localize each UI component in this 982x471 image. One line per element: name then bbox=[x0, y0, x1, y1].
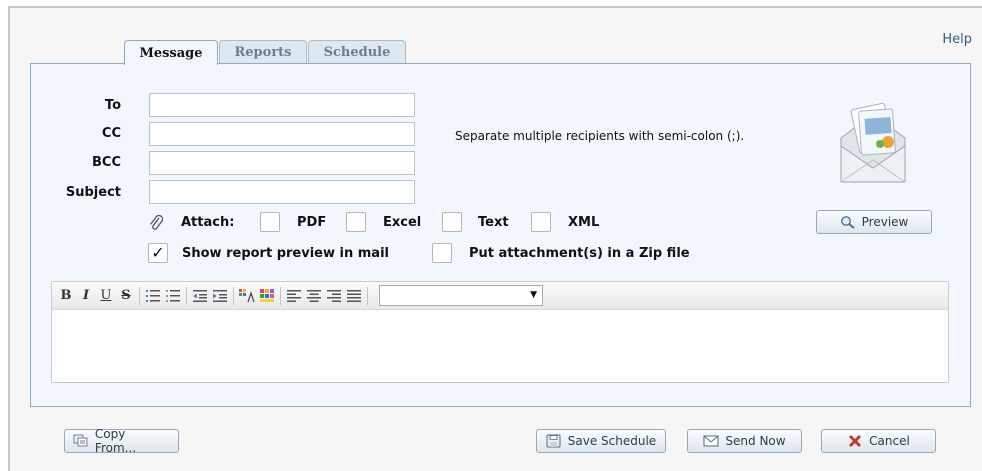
checkmark-icon: ✓ bbox=[151, 243, 165, 262]
ordered-list-button[interactable] bbox=[143, 286, 163, 306]
toolbar-divider bbox=[139, 286, 140, 305]
justify-icon bbox=[347, 289, 361, 302]
zip-checkbox[interactable] bbox=[432, 243, 452, 263]
paperclip-icon bbox=[150, 214, 164, 230]
text-color-icon bbox=[239, 288, 255, 302]
background-color-icon bbox=[260, 288, 274, 302]
cancel-label: Cancel bbox=[869, 434, 910, 448]
editor-toolbar: B I U S ▼ bbox=[52, 282, 948, 310]
to-label: To bbox=[104, 98, 121, 113]
align-left-icon bbox=[287, 289, 301, 302]
tab-message[interactable]: Message bbox=[124, 40, 218, 65]
cancel-button[interactable]: Cancel bbox=[821, 429, 936, 453]
font-select[interactable]: ▼ bbox=[379, 285, 543, 306]
align-right-icon bbox=[327, 289, 341, 302]
justify-button[interactable] bbox=[344, 286, 364, 306]
subject-field[interactable] bbox=[149, 180, 415, 204]
bold-button[interactable]: B bbox=[56, 286, 76, 306]
dropdown-arrow-icon: ▼ bbox=[530, 290, 537, 300]
outdent-button[interactable] bbox=[190, 286, 210, 306]
xml-label: XML bbox=[568, 215, 600, 230]
indent-icon bbox=[213, 289, 227, 302]
mail-icon bbox=[703, 435, 719, 447]
unordered-list-button[interactable] bbox=[163, 286, 183, 306]
toolbar-divider bbox=[186, 286, 187, 305]
envelope-icon bbox=[840, 102, 906, 183]
pdf-checkbox[interactable] bbox=[260, 212, 280, 232]
toolbar-divider bbox=[367, 286, 368, 305]
recipients-hint: Separate multiple recipients with semi-c… bbox=[455, 129, 745, 143]
editor-body[interactable] bbox=[52, 310, 948, 382]
tab-reports[interactable]: Reports bbox=[219, 40, 307, 64]
tab-schedule[interactable]: Schedule bbox=[308, 40, 406, 64]
bullet-list-icon bbox=[166, 289, 180, 302]
indent-button[interactable] bbox=[210, 286, 230, 306]
align-left-button[interactable] bbox=[284, 286, 304, 306]
copy-from-label: Copy From... bbox=[94, 427, 137, 455]
show-preview-label: Show report preview in mail bbox=[182, 246, 389, 261]
excel-label: Excel bbox=[383, 215, 422, 230]
save-schedule-label: Save Schedule bbox=[567, 434, 657, 448]
align-right-button[interactable] bbox=[324, 286, 344, 306]
xml-checkbox[interactable] bbox=[531, 212, 551, 232]
text-label: Text bbox=[478, 215, 509, 230]
toolbar-divider bbox=[280, 286, 281, 305]
to-field[interactable] bbox=[149, 93, 415, 117]
bcc-field[interactable] bbox=[149, 151, 415, 175]
send-now-label: Send Now bbox=[725, 434, 786, 448]
attach-label: Attach: bbox=[181, 215, 235, 230]
copy-from-button[interactable]: Copy From... bbox=[64, 427, 179, 455]
save-schedule-button[interactable]: Save Schedule bbox=[536, 429, 666, 453]
preview-button[interactable]: Preview bbox=[816, 210, 932, 234]
excel-checkbox[interactable] bbox=[346, 212, 366, 232]
background-color-button[interactable] bbox=[257, 286, 277, 306]
copy-icon bbox=[73, 434, 88, 447]
toolbar-divider bbox=[233, 286, 234, 305]
strikethrough-button[interactable]: S bbox=[116, 286, 136, 306]
zip-label: Put attachment(s) in a Zip file bbox=[469, 246, 690, 261]
text-color-button[interactable] bbox=[237, 286, 257, 306]
tab-bar: Message Reports Schedule bbox=[124, 40, 407, 65]
message-editor: B I U S ▼ bbox=[51, 281, 949, 383]
save-icon bbox=[546, 434, 561, 448]
message-panel: To CC BCC Subject Separate multiple reci… bbox=[30, 63, 971, 407]
text-checkbox[interactable] bbox=[442, 212, 462, 232]
send-now-button[interactable]: Send Now bbox=[687, 429, 802, 453]
align-center-icon bbox=[307, 289, 321, 302]
close-icon bbox=[849, 434, 862, 448]
underline-button[interactable]: U bbox=[96, 286, 116, 306]
outdent-icon bbox=[193, 289, 207, 302]
magnifier-icon bbox=[840, 216, 855, 229]
cc-field[interactable] bbox=[149, 122, 415, 146]
ordered-list-icon bbox=[146, 289, 160, 302]
show-preview-checkbox[interactable]: ✓ bbox=[148, 243, 168, 263]
cc-label: CC bbox=[101, 126, 121, 141]
align-center-button[interactable] bbox=[304, 286, 324, 306]
bcc-label: BCC bbox=[92, 155, 121, 170]
pdf-label: PDF bbox=[297, 215, 327, 230]
help-link[interactable]: Help bbox=[942, 32, 972, 47]
subject-label: Subject bbox=[65, 185, 121, 200]
preview-label: Preview bbox=[861, 215, 909, 229]
italic-button[interactable]: I bbox=[76, 286, 96, 306]
